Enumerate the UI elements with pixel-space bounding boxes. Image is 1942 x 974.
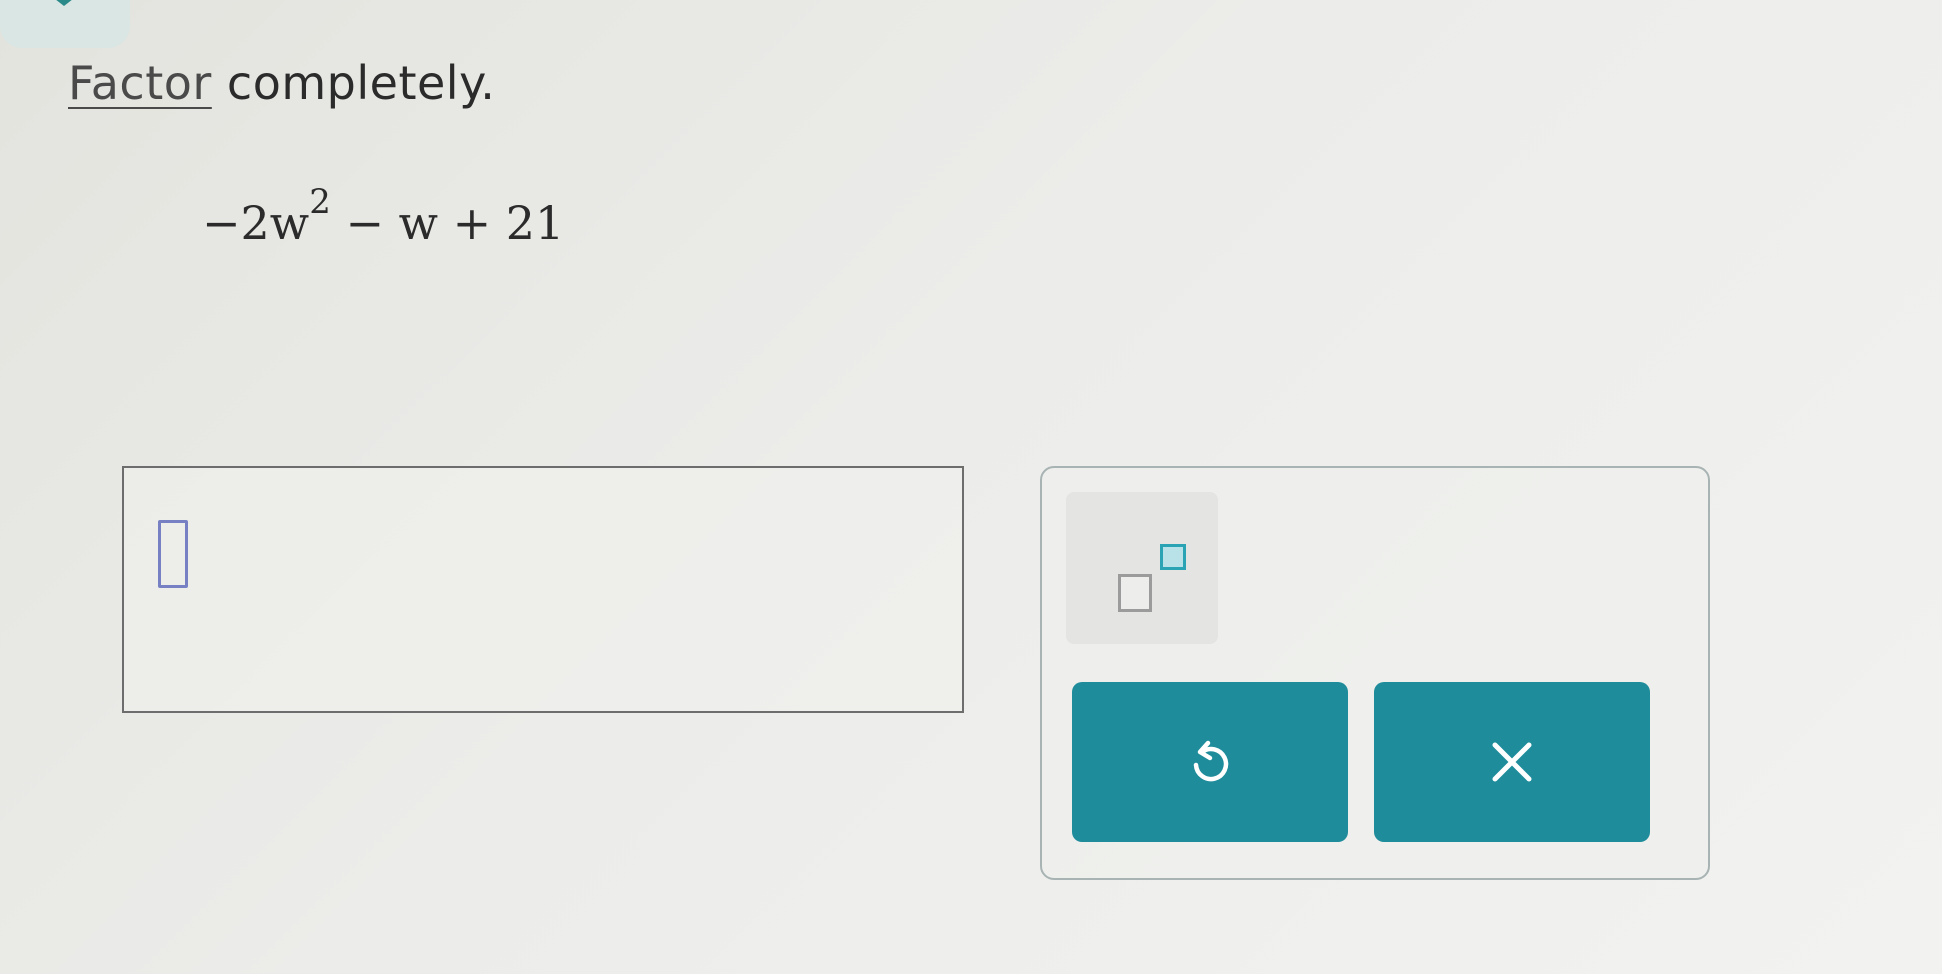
- expression-term: −2w: [202, 196, 310, 250]
- question-prompt: Factor completely.: [68, 56, 495, 110]
- expression-remainder: − w + 21: [330, 196, 565, 250]
- chevron-down-icon: [46, 0, 82, 6]
- clear-button[interactable]: [1374, 682, 1650, 842]
- exponent-power-icon: [1160, 544, 1186, 570]
- exponent-base-icon: [1118, 574, 1152, 612]
- math-keypad: [1040, 466, 1710, 880]
- prompt-text: completely.: [211, 56, 496, 110]
- undo-button[interactable]: [1072, 682, 1348, 842]
- collapse-toggle[interactable]: [0, 0, 130, 48]
- expression-exponent: 2: [309, 182, 331, 222]
- answer-input-box[interactable]: [122, 466, 964, 713]
- input-cursor-placeholder[interactable]: [158, 520, 188, 588]
- factor-definition-link[interactable]: Factor: [68, 56, 212, 110]
- undo-icon: [1193, 740, 1229, 782]
- close-icon: [1492, 742, 1532, 782]
- math-expression: −2w2 − w + 21: [202, 182, 565, 250]
- exponent-button[interactable]: [1066, 492, 1218, 644]
